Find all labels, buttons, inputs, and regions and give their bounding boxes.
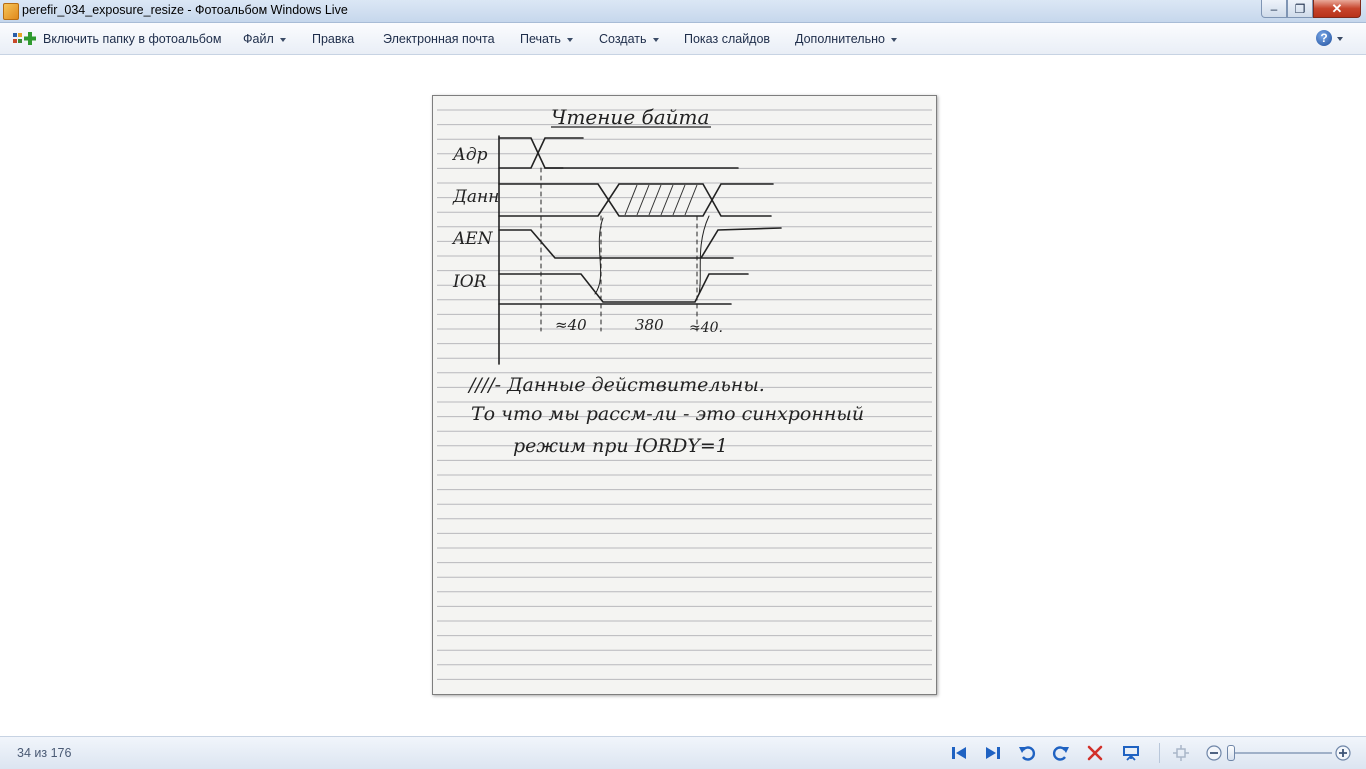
- help-dropdown-icon[interactable]: [1337, 37, 1343, 41]
- chevron-down-icon: [890, 37, 897, 42]
- rotate-left-icon[interactable]: [1018, 744, 1036, 762]
- chevron-down-icon: [566, 37, 573, 42]
- first-photo-icon[interactable]: [950, 744, 968, 762]
- include-folder-button[interactable]: Включить папку в фотоальбом: [43, 32, 221, 46]
- divider: [1159, 743, 1160, 763]
- next-photo-icon[interactable]: [984, 744, 1002, 762]
- command-bar: Включить папку в фотоальбом Файл Правка …: [0, 23, 1366, 55]
- svg-text:Данн: Данн: [452, 187, 499, 207]
- window-title: perefir_034_exposure_resize - Фотоальбом…: [22, 3, 348, 17]
- svg-text:режим при IORDY=1: режим при IORDY=1: [513, 435, 728, 457]
- title-bar: perefir_034_exposure_resize - Фотоальбом…: [0, 0, 1366, 23]
- zoom-in-icon[interactable]: [1334, 744, 1352, 762]
- close-button[interactable]: ✕: [1313, 0, 1361, 18]
- svg-text:380: 380: [635, 316, 664, 334]
- handwriting-title: Чтение байта: [551, 105, 709, 129]
- maximize-button[interactable]: ❐: [1287, 0, 1313, 18]
- help-icon[interactable]: ?: [1316, 30, 1332, 46]
- rotate-right-icon[interactable]: [1052, 744, 1070, 762]
- svg-text:≈40: ≈40: [555, 316, 587, 334]
- slideshow-button[interactable]: Показ слайдов: [684, 32, 770, 46]
- menu-print[interactable]: Печать: [520, 32, 573, 46]
- svg-text:////- Данные действительны.: ////- Данные действительны.: [467, 374, 765, 396]
- chevron-down-icon: [652, 37, 659, 42]
- svg-text:IOR: IOR: [452, 272, 487, 292]
- fit-icon[interactable]: [1172, 744, 1190, 762]
- menu-create[interactable]: Создать: [599, 32, 659, 46]
- zoom-slider-thumb[interactable]: [1227, 745, 1235, 761]
- zoom-out-icon[interactable]: [1205, 744, 1223, 762]
- photo-image: Чтение байта Адр Данн AEN IOR ≈40 380 ≈4…: [432, 95, 937, 695]
- menu-more[interactable]: Дополнительно: [795, 32, 897, 46]
- svg-text:≈40.: ≈40.: [689, 320, 723, 336]
- slideshow-icon[interactable]: [1122, 744, 1140, 762]
- notebook-page-drawing: Чтение байта Адр Данн AEN IOR ≈40 380 ≈4…: [437, 105, 932, 680]
- svg-text:AEN: AEN: [451, 229, 494, 249]
- menu-edit[interactable]: Правка: [312, 32, 354, 46]
- svg-text:То что мы рассм-ли - это синхр: То что мы рассм-ли - это синхронный: [471, 403, 864, 425]
- include-folder-icon: [13, 32, 36, 45]
- status-bar: 34 из 176: [0, 736, 1366, 769]
- svg-text:Адр: Адр: [452, 145, 488, 165]
- delete-icon[interactable]: [1086, 744, 1104, 762]
- menu-file[interactable]: Файл: [243, 32, 286, 46]
- minimize-button[interactable]: –: [1261, 0, 1287, 18]
- photo-counter: 34 из 176: [17, 746, 72, 760]
- photo-gallery-app-icon: [3, 3, 19, 20]
- chevron-down-icon: [279, 37, 286, 42]
- zoom-slider-track[interactable]: [1228, 752, 1332, 754]
- menu-email[interactable]: Электронная почта: [383, 32, 495, 46]
